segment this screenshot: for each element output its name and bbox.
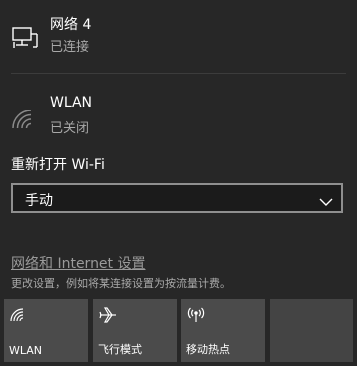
network-settings-description: 更改设置，例如将某连接设置为按流量计费。 <box>11 277 231 290</box>
network-name: WLAN <box>50 95 93 111</box>
network-name: 网络 4 <box>50 17 92 33</box>
network-status: 已关闭 <box>50 121 90 136</box>
wifi-icon <box>10 307 26 326</box>
tile-label: WLAN <box>9 344 43 357</box>
wlan-toggle-tile[interactable]: WLAN <box>4 299 88 362</box>
hotspot-icon <box>187 307 205 327</box>
airplane-mode-tile[interactable]: 飞行模式 <box>93 299 177 362</box>
chevron-down-icon <box>319 192 333 211</box>
wifi-reopen-dropdown[interactable]: 手动 <box>11 183 343 213</box>
network-status: 已连接 <box>50 40 90 55</box>
network-settings-link[interactable]: 网络和 Internet 设置 <box>11 253 146 273</box>
airplane-icon <box>99 307 117 327</box>
wifi-icon <box>11 109 37 134</box>
dropdown-selected-value: 手动 <box>25 193 53 209</box>
mobile-hotspot-tile[interactable]: 移动热点 <box>181 299 265 362</box>
wifi-reopen-label: 重新打开 Wi-Fi <box>11 157 105 173</box>
tile-label: 移动热点 <box>186 343 230 356</box>
network-item-wlan[interactable]: WLAN 已关闭 <box>0 92 357 148</box>
network-item-ethernet[interactable]: 网络 4 已连接 <box>0 8 357 64</box>
tile-label: 飞行模式 <box>98 343 142 356</box>
empty-tile <box>270 299 353 362</box>
divider <box>11 73 346 74</box>
ethernet-icon <box>11 26 39 54</box>
